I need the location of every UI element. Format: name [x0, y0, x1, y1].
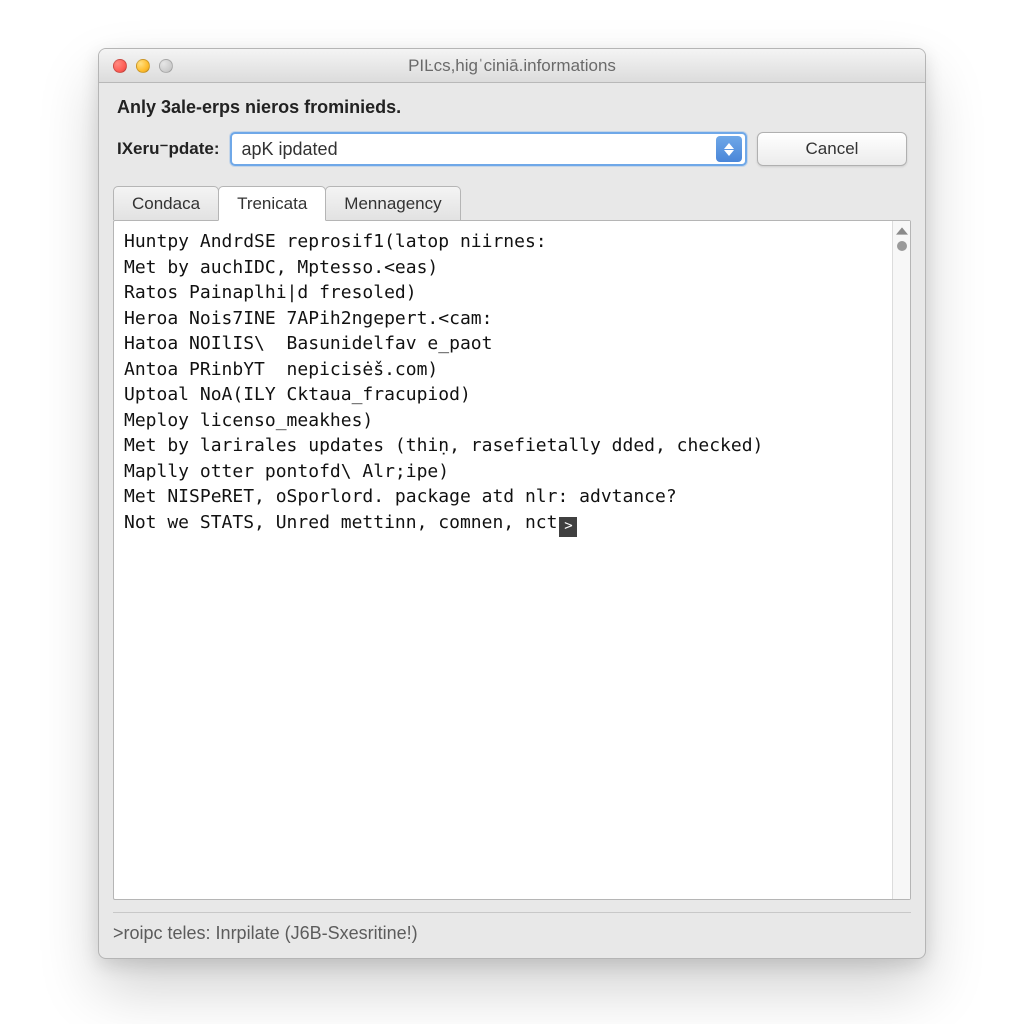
log-line: Uptoal NoA(ILY Cktaua_fracupiod): [124, 382, 882, 408]
log-line: Met by larirales updates (thiṇ, rasefiet…: [124, 433, 882, 459]
log-panel: Huntpy AndrdSE reprosif1(latop niirnes:M…: [113, 220, 911, 900]
window-controls: [99, 59, 173, 73]
log-line: Not we STATS, Unred mettinn, comnen, nct…: [124, 510, 882, 537]
update-input[interactable]: [232, 139, 717, 160]
log-line: Meploy licenso_meakhes): [124, 408, 882, 434]
dialog-header: Anly 3ale-erps nieros frominieds. IXeru⁻…: [99, 83, 925, 176]
log-line: Met by auchIDC, Mptesso.<eas): [124, 255, 882, 281]
tab-bar: Condaca Trenicata Mennagency: [99, 176, 925, 220]
tab-trenicata[interactable]: Trenicata: [218, 186, 326, 221]
log-line: Maplly otter pontofd\ Alr;ipe): [124, 459, 882, 485]
tab-condaca[interactable]: Condaca: [113, 186, 219, 220]
log-line: Heroa Nois7INE 7APih2ngepert.<cam:: [124, 306, 882, 332]
update-row: IXeru⁻pdate: Cancel: [117, 132, 907, 166]
log-output[interactable]: Huntpy AndrdSE reprosif1(latop niirnes:M…: [114, 221, 892, 899]
close-icon[interactable]: [113, 59, 127, 73]
log-line: Hatoa NOIlIS\ Basunidelfav e_paot: [124, 331, 882, 357]
window-title: PIĿcs,higˈciniā.informations: [99, 56, 925, 76]
titlebar[interactable]: PIĿcs,higˈciniā.informations: [99, 49, 925, 83]
combo-stepper-icon[interactable]: [716, 136, 742, 162]
scroll-up-icon[interactable]: [896, 225, 908, 237]
vertical-scrollbar[interactable]: [892, 221, 910, 899]
status-bar: >roipc teles: Inrpilate (J6B-Sxesritine!…: [113, 912, 911, 944]
log-line: Met NISPeRET, oSporlord. package atd nlr…: [124, 484, 882, 510]
log-line: Antoa PRinbYT nepicisėš.com): [124, 357, 882, 383]
log-line: Huntpy AndrdSE reprosif1(latop niirnes:: [124, 229, 882, 255]
dialog-heading: Anly 3ale-erps nieros frominieds.: [117, 97, 907, 118]
update-label: IXeru⁻pdate:: [117, 139, 220, 159]
scroll-thumb-icon[interactable]: [897, 241, 907, 251]
zoom-icon[interactable]: [159, 59, 173, 73]
cancel-button[interactable]: Cancel: [757, 132, 907, 166]
update-combo[interactable]: [230, 132, 748, 166]
log-line: Ratos Painaplhi|d fresoled): [124, 280, 882, 306]
cursor-icon: >: [559, 517, 577, 537]
minimize-icon[interactable]: [136, 59, 150, 73]
dialog-window: PIĿcs,higˈciniā.informations Anly 3ale-e…: [98, 48, 926, 959]
tab-mennagency[interactable]: Mennagency: [325, 186, 460, 220]
